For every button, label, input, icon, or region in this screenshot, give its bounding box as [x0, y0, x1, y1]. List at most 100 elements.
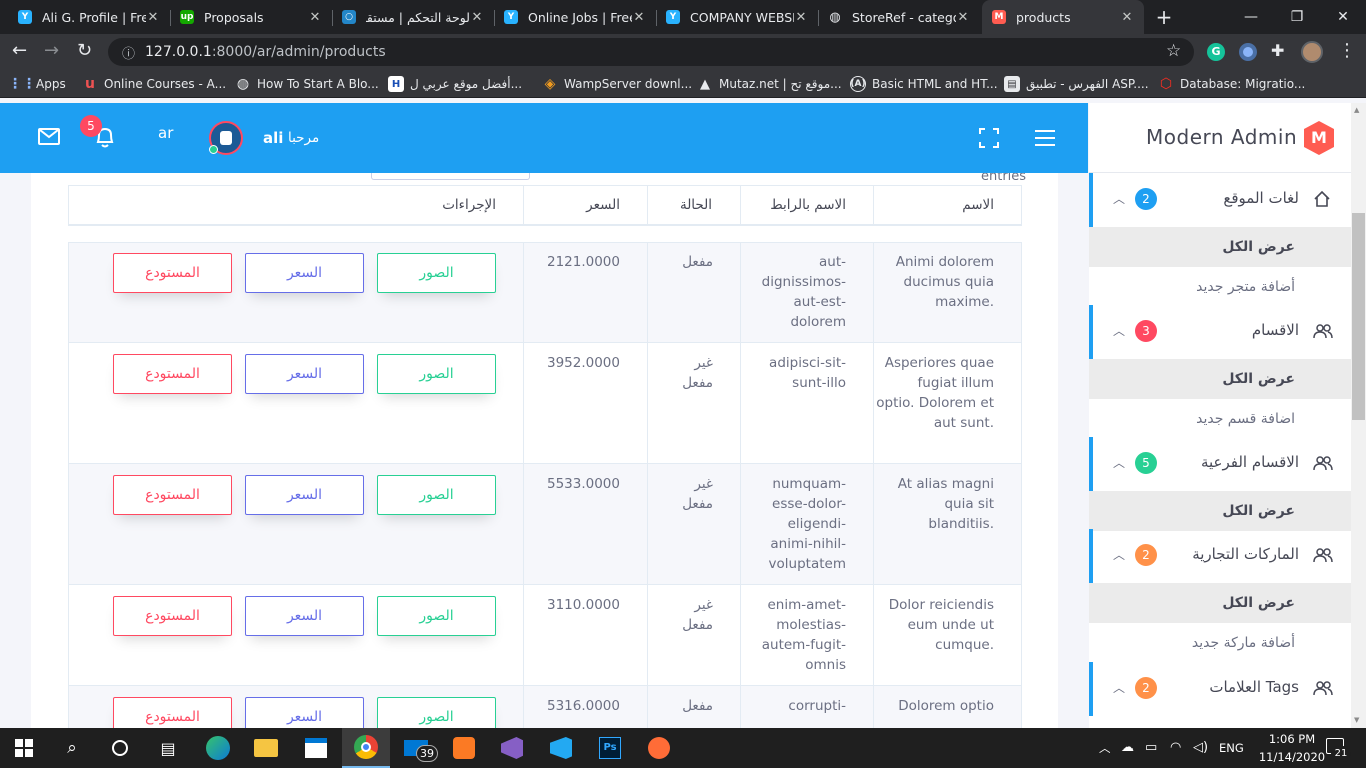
cortana-icon[interactable]: [96, 728, 144, 768]
bookmark-item[interactable]: ⬡ Database: Migratio...: [1158, 70, 1305, 98]
price-button[interactable]: السعر: [245, 697, 364, 728]
photoshop-icon[interactable]: Ps: [586, 728, 634, 768]
bookmark-item[interactable]: ▤ الفهرس - تطبيق ASP....: [1004, 70, 1149, 98]
sidebar-sub-view-all[interactable]: عرض الكل: [1089, 359, 1351, 399]
close-tab-icon[interactable]: ✕: [794, 10, 808, 25]
browser-tab[interactable]: Y Online Jobs | Freel ✕: [494, 0, 656, 34]
back-icon[interactable]: ←: [12, 40, 27, 61]
search-input[interactable]: [371, 173, 530, 180]
bookmark-item[interactable]: H أفضل موقع عربي ل...: [388, 70, 522, 98]
bookmark-item[interactable]: ◈ WampServer downl...: [542, 70, 692, 98]
chevron-up-icon[interactable]: ︿: [1113, 679, 1125, 696]
puzzle-icon[interactable]: ✚: [1271, 41, 1284, 60]
bookmark-item[interactable]: (A) Basic HTML and HT...: [850, 70, 998, 98]
avatar[interactable]: [209, 121, 243, 155]
images-button[interactable]: الصور: [377, 596, 496, 636]
new-tab-icon[interactable]: +: [1152, 5, 1176, 29]
vscode-icon[interactable]: [537, 728, 585, 768]
sidebar-sub-view-all[interactable]: عرض الكل: [1089, 583, 1351, 623]
bookmark-star-icon[interactable]: ☆: [1166, 41, 1181, 61]
sidebar-sub-add-section[interactable]: اضافة قسم جديد: [1089, 399, 1351, 439]
battery-icon[interactable]: ▭: [1145, 740, 1157, 755]
close-tab-icon[interactable]: ✕: [956, 10, 970, 25]
images-button[interactable]: الصور: [377, 697, 496, 728]
extension-icon[interactable]: [1239, 43, 1257, 61]
column-header-status[interactable]: الحالة: [648, 185, 712, 225]
wifi-icon[interactable]: ◠: [1170, 740, 1181, 755]
mail-icon[interactable]: [38, 128, 60, 145]
sidebar-sub-view-all[interactable]: عرض الكل: [1089, 491, 1351, 531]
stock-button[interactable]: المستودع: [113, 354, 232, 394]
volume-icon[interactable]: ◁): [1193, 740, 1208, 755]
language-switch[interactable]: ar: [158, 124, 173, 142]
stock-button[interactable]: المستودع: [113, 253, 232, 293]
chrome-icon[interactable]: [342, 728, 390, 768]
scroll-down-icon[interactable]: ▼: [1354, 716, 1359, 724]
chevron-up-icon[interactable]: ︿: [1113, 546, 1125, 563]
chevron-up-icon[interactable]: ︿: [1113, 190, 1125, 207]
reload-icon[interactable]: ↻: [77, 40, 92, 61]
menu-dots-icon[interactable]: ⋮: [1338, 40, 1356, 61]
bookmark-apps[interactable]: ⋮⋮ Apps: [8, 70, 66, 98]
grammarly-icon[interactable]: G: [1207, 43, 1225, 61]
column-header-price[interactable]: السعر: [524, 185, 620, 225]
browser-tab[interactable]: up Proposals ✕: [170, 0, 332, 34]
column-header-name[interactable]: الاسم: [874, 185, 994, 225]
clock-time[interactable]: 1:06 PM: [1262, 732, 1322, 746]
close-tab-icon[interactable]: ✕: [308, 10, 322, 25]
chevron-up-icon[interactable]: ︿: [1113, 322, 1125, 339]
hamburger-menu-icon[interactable]: [1035, 129, 1055, 147]
scroll-up-icon[interactable]: ▲: [1354, 106, 1359, 114]
browser-tab[interactable]: Y Ali G. Profile | Free ✕: [8, 0, 170, 34]
forward-icon[interactable]: →: [44, 40, 59, 61]
bookmark-item[interactable]: ◍ How To Start A Blo...: [235, 70, 379, 98]
sidebar-sub-add-brand[interactable]: أضافة ماركة جديد: [1089, 623, 1351, 663]
browser-tab[interactable]: ○ لوحة التحكم | مستقل ✕: [332, 0, 494, 34]
sidebar-sub-add-store[interactable]: أضافة متجر جديد: [1089, 267, 1351, 307]
images-button[interactable]: الصور: [377, 354, 496, 394]
store-icon[interactable]: [292, 728, 340, 768]
browser-tab-active[interactable]: M products ✕: [982, 0, 1144, 34]
price-button[interactable]: السعر: [245, 253, 364, 293]
bookmark-item[interactable]: u Online Courses - A...: [82, 70, 226, 98]
user-name[interactable]: ali: [263, 129, 283, 147]
stock-button[interactable]: المستودع: [113, 596, 232, 636]
column-header-slug[interactable]: الاسم بالرابط: [741, 185, 846, 225]
browser-tab[interactable]: ◍ StoreRef - categor ✕: [818, 0, 980, 34]
stock-button[interactable]: المستودع: [113, 697, 232, 728]
minimize-icon[interactable]: —: [1228, 0, 1274, 34]
price-button[interactable]: السعر: [245, 596, 364, 636]
scrollbar-thumb[interactable]: [1352, 213, 1365, 420]
price-button[interactable]: السعر: [245, 475, 364, 515]
close-tab-icon[interactable]: ✕: [1120, 10, 1134, 25]
bookmark-item[interactable]: ▲ Mutaz.net | موقع تح...: [697, 70, 842, 98]
close-tab-icon[interactable]: ✕: [632, 10, 646, 25]
fullscreen-icon[interactable]: [979, 128, 999, 148]
close-tab-icon[interactable]: ✕: [470, 10, 484, 25]
onedrive-icon[interactable]: ☁: [1121, 740, 1134, 755]
browser-tab[interactable]: Y COMPANY WEBSI ✕: [656, 0, 818, 34]
sidebar-item-tags[interactable]: ︿ 2 العلامات Tags: [1089, 662, 1351, 716]
input-language[interactable]: ENG: [1219, 741, 1244, 755]
close-window-icon[interactable]: ✕: [1320, 0, 1366, 34]
close-tab-icon[interactable]: ✕: [146, 10, 160, 25]
postman-icon[interactable]: [635, 728, 683, 768]
brand-logo[interactable]: M: [1302, 120, 1336, 156]
images-button[interactable]: الصور: [377, 253, 496, 293]
price-button[interactable]: السعر: [245, 354, 364, 394]
sidebar-item-languages[interactable]: ︿ 2 لغات الموقع: [1089, 173, 1351, 227]
clock-date[interactable]: 11/14/2020: [1254, 750, 1330, 764]
brand-title[interactable]: Modern Admin: [1146, 125, 1297, 149]
tray-chevron-icon[interactable]: ︿: [1099, 740, 1111, 756]
visual-studio-icon[interactable]: [488, 728, 536, 768]
images-button[interactable]: الصور: [377, 475, 496, 515]
profile-avatar[interactable]: [1301, 41, 1323, 63]
chevron-up-icon[interactable]: ︿: [1113, 454, 1125, 471]
sidebar-sub-view-all[interactable]: عرض الكل: [1089, 227, 1351, 267]
stock-button[interactable]: المستودع: [113, 475, 232, 515]
restore-icon[interactable]: ❐: [1274, 0, 1320, 34]
task-view-icon[interactable]: ▤: [144, 728, 192, 768]
xampp-icon[interactable]: [440, 728, 488, 768]
windows-start-icon[interactable]: [0, 728, 48, 768]
sidebar-item-sections[interactable]: ︿ 3 الاقسام: [1089, 305, 1351, 359]
